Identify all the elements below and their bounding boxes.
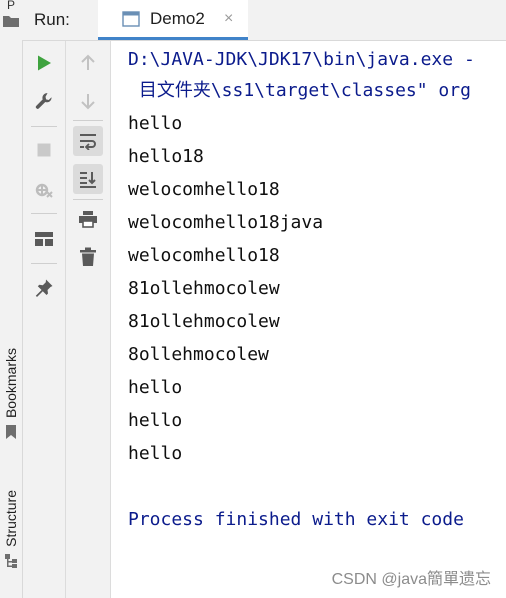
output-line: hello	[128, 410, 183, 431]
trash-icon	[80, 247, 96, 266]
tab-demo2[interactable]: Demo2 ×	[98, 0, 248, 40]
bookmark-icon	[6, 425, 16, 440]
console-output[interactable]: D:\JAVA-JDK\JDK17\bin\java.exe - 目文件夹\ss…	[111, 41, 506, 598]
tab-structure[interactable]: Structure	[2, 490, 20, 569]
scroll-to-end-icon	[80, 172, 96, 188]
run-toolbar	[23, 41, 66, 598]
previous-occurrence-button[interactable]	[73, 48, 103, 78]
output-line: welocomhello18java	[128, 212, 324, 233]
layout-button[interactable]	[29, 224, 59, 254]
rerun-icon	[38, 55, 51, 71]
exit-icon	[35, 183, 53, 198]
soft-wrap-toggle[interactable]	[73, 126, 103, 156]
clear-all-button[interactable]	[73, 242, 103, 272]
toolbar-divider	[31, 126, 57, 127]
process-finished-line: Process finished with exit code	[128, 509, 464, 530]
soft-wrap-icon	[80, 134, 96, 150]
toolbar-divider	[31, 213, 57, 214]
run-panel-header: Run: Demo2 ×	[22, 0, 506, 41]
up-arrow-icon	[81, 54, 95, 70]
tab-bookmarks[interactable]: Bookmarks	[2, 348, 20, 440]
stop-icon	[37, 143, 51, 157]
bookmarks-label: Bookmarks	[3, 348, 19, 419]
run-config-icon	[122, 11, 140, 27]
watermark: CSDN @java簡單遗忘	[331, 571, 491, 588]
down-arrow-icon	[81, 94, 95, 110]
output-line: hello	[128, 377, 183, 398]
wrench-icon	[35, 93, 52, 109]
toolbar-divider	[31, 263, 57, 264]
print-button[interactable]	[73, 204, 103, 234]
folder-icon[interactable]	[2, 14, 20, 28]
toolbar-divider	[73, 199, 103, 200]
exit-button[interactable]	[29, 174, 59, 204]
edit-config-button[interactable]	[29, 86, 59, 116]
left-tool-strip: P Bookmarks Structure	[0, 0, 23, 598]
close-icon[interactable]: ×	[224, 10, 233, 28]
command-line: D:\JAVA-JDK\JDK17\bin\java.exe -	[128, 49, 475, 70]
project-tab-label[interactable]: P	[1, 0, 21, 14]
stop-button[interactable]	[29, 135, 59, 165]
output-line: 8ollehmocolew	[128, 344, 269, 365]
print-icon	[79, 211, 97, 228]
toolbar-divider	[73, 120, 103, 121]
rerun-button[interactable]	[29, 48, 59, 78]
output-line: 81ollehmocolew	[128, 311, 280, 332]
output-line: hello	[128, 443, 183, 464]
console-toolbar	[66, 41, 111, 598]
structure-icon	[5, 553, 17, 568]
pin-icon	[35, 279, 53, 297]
next-occurrence-button[interactable]	[73, 86, 103, 116]
tab-title: Demo2	[150, 9, 205, 28]
output-line: hello	[128, 113, 183, 134]
output-line: hello18	[128, 146, 204, 167]
layout-icon	[35, 232, 53, 246]
output-line: 81ollehmocolew	[128, 278, 280, 299]
scroll-to-end-toggle[interactable]	[73, 164, 103, 194]
run-label: Run:	[34, 10, 70, 29]
output-line: welocomhello18	[128, 179, 280, 200]
pin-tab-button[interactable]	[29, 273, 59, 303]
structure-label: Structure	[3, 490, 19, 547]
output-line: welocomhello18	[128, 245, 280, 266]
command-line-continued: 目文件夹\ss1\target\classes" org	[128, 80, 471, 101]
